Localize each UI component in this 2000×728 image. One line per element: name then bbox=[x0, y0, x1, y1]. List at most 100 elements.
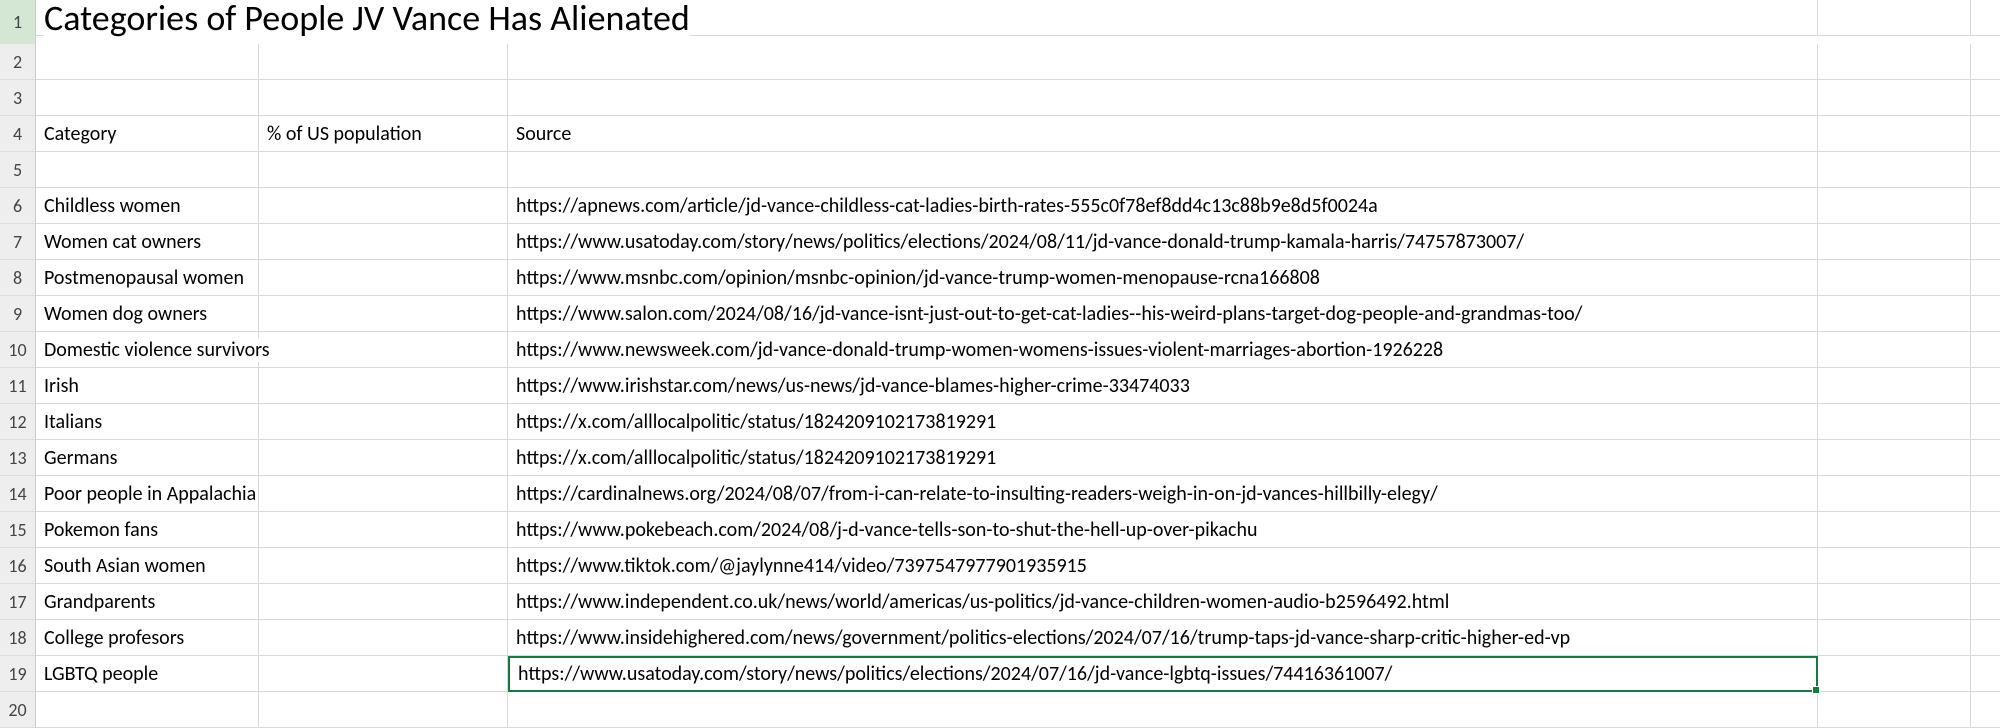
cell-r5-c3[interactable] bbox=[508, 152, 1818, 188]
cell-r10-c5[interactable] bbox=[1971, 332, 2000, 368]
row-header-4[interactable]: 4 bbox=[0, 116, 36, 152]
cell-r12-c5[interactable] bbox=[1971, 404, 2000, 440]
cell-r1-c4[interactable] bbox=[1818, 0, 1971, 36]
cell-r11-c4[interactable] bbox=[1818, 368, 1971, 404]
cell-r5-c1[interactable] bbox=[36, 152, 259, 188]
cell-r15-c2[interactable] bbox=[259, 512, 508, 548]
row-header-19[interactable]: 19 bbox=[0, 656, 36, 692]
cell-r2-c3[interactable] bbox=[508, 44, 1818, 80]
cell-r13-c5[interactable] bbox=[1971, 440, 2000, 476]
cell-r1-c3[interactable] bbox=[508, 0, 1818, 36]
cell-r12-c2[interactable] bbox=[259, 404, 508, 440]
cell-r16-c5[interactable] bbox=[1971, 548, 2000, 584]
cell-r14-c2[interactable] bbox=[259, 476, 508, 512]
cell-r17-c4[interactable] bbox=[1818, 584, 1971, 620]
cell-r19-c1[interactable]: LGBTQ people bbox=[36, 656, 259, 692]
cell-r12-c4[interactable] bbox=[1818, 404, 1971, 440]
cell-r2-c4[interactable] bbox=[1818, 44, 1971, 80]
cell-r10-c4[interactable] bbox=[1818, 332, 1971, 368]
cell-r7-c1[interactable]: Women cat owners bbox=[36, 224, 259, 260]
cell-r9-c2[interactable] bbox=[259, 296, 508, 332]
row-header-11[interactable]: 11 bbox=[0, 368, 36, 404]
cell-r3-c3[interactable] bbox=[508, 80, 1818, 116]
cell-r20-c4[interactable] bbox=[1818, 692, 1971, 728]
cell-r6-c4[interactable] bbox=[1818, 188, 1971, 224]
cell-r7-c3[interactable]: https://www.usatoday.com/story/news/poli… bbox=[508, 224, 1818, 260]
cell-r15-c3[interactable]: https://www.pokebeach.com/2024/08/j-d-va… bbox=[508, 512, 1818, 548]
cell-r4-c3[interactable]: Source bbox=[508, 116, 1818, 152]
cell-r9-c1[interactable]: Women dog owners bbox=[36, 296, 259, 332]
row-header-10[interactable]: 10 bbox=[0, 332, 36, 368]
cell-r18-c2[interactable] bbox=[259, 620, 508, 656]
cell-r6-c2[interactable] bbox=[259, 188, 508, 224]
row-header-13[interactable]: 13 bbox=[0, 440, 36, 476]
cell-r9-c3[interactable]: https://www.salon.com/2024/08/16/jd-vanc… bbox=[508, 296, 1818, 332]
cell-r18-c3[interactable]: https://www.insidehighered.com/news/gove… bbox=[508, 620, 1818, 656]
cell-r3-c1[interactable] bbox=[36, 80, 259, 116]
cell-r13-c2[interactable] bbox=[259, 440, 508, 476]
cell-r6-c1[interactable]: Childless women bbox=[36, 188, 259, 224]
cell-r8-c4[interactable] bbox=[1818, 260, 1971, 296]
cell-r9-c5[interactable] bbox=[1971, 296, 2000, 332]
cell-r2-c2[interactable] bbox=[259, 44, 508, 80]
cell-r5-c4[interactable] bbox=[1818, 152, 1971, 188]
cell-r10-c2[interactable] bbox=[259, 332, 508, 368]
cell-r6-c3[interactable]: https://apnews.com/article/jd-vance-chil… bbox=[508, 188, 1818, 224]
cell-r3-c2[interactable] bbox=[259, 80, 508, 116]
row-header-18[interactable]: 18 bbox=[0, 620, 36, 656]
row-header-14[interactable]: 14 bbox=[0, 476, 36, 512]
cell-r15-c1[interactable]: Pokemon fans bbox=[36, 512, 259, 548]
cell-r19-c2[interactable] bbox=[259, 656, 508, 692]
row-header-12[interactable]: 12 bbox=[0, 404, 36, 440]
cell-r20-c2[interactable] bbox=[259, 692, 508, 728]
row-header-20[interactable]: 20 bbox=[0, 692, 36, 728]
cell-r17-c2[interactable] bbox=[259, 584, 508, 620]
cell-r5-c5[interactable] bbox=[1971, 152, 2000, 188]
cell-r19-c3[interactable]: https://www.usatoday.com/story/news/poli… bbox=[508, 656, 1818, 692]
cell-r6-c5[interactable] bbox=[1971, 188, 2000, 224]
cell-r4-c4[interactable] bbox=[1818, 116, 1971, 152]
cell-r8-c3[interactable]: https://www.msnbc.com/opinion/msnbc-opin… bbox=[508, 260, 1818, 296]
cell-r19-c5[interactable] bbox=[1971, 656, 2000, 692]
row-header-2[interactable]: 2 bbox=[0, 44, 36, 80]
cell-r8-c1[interactable]: Postmenopausal women bbox=[36, 260, 259, 296]
cell-r18-c1[interactable]: College profesors bbox=[36, 620, 259, 656]
cell-r16-c3[interactable]: https://www.tiktok.com/@jaylynne414/vide… bbox=[508, 548, 1818, 584]
cell-r1-c1[interactable]: Categories of People JV Vance Has Aliena… bbox=[36, 0, 259, 36]
cell-r10-c1[interactable]: Domestic violence survivors bbox=[36, 332, 259, 368]
cell-r3-c4[interactable] bbox=[1818, 80, 1971, 116]
cell-r12-c3[interactable]: https://x.com/alllocalpolitic/status/182… bbox=[508, 404, 1818, 440]
cell-r12-c1[interactable]: Italians bbox=[36, 404, 259, 440]
cell-r14-c1[interactable]: Poor people in Appalachia bbox=[36, 476, 259, 512]
row-header-8[interactable]: 8 bbox=[0, 260, 36, 296]
row-header-7[interactable]: 7 bbox=[0, 224, 36, 260]
cell-r5-c2[interactable] bbox=[259, 152, 508, 188]
cell-r11-c1[interactable]: Irish bbox=[36, 368, 259, 404]
cell-r7-c5[interactable] bbox=[1971, 224, 2000, 260]
cell-r14-c5[interactable] bbox=[1971, 476, 2000, 512]
cell-r10-c3[interactable]: https://www.newsweek.com/jd-vance-donald… bbox=[508, 332, 1818, 368]
cell-r20-c3[interactable] bbox=[508, 692, 1818, 728]
cell-r13-c1[interactable]: Germans bbox=[36, 440, 259, 476]
cell-r16-c1[interactable]: South Asian women bbox=[36, 548, 259, 584]
cell-r8-c2[interactable] bbox=[259, 260, 508, 296]
cell-r14-c4[interactable] bbox=[1818, 476, 1971, 512]
cell-r14-c3[interactable]: https://cardinalnews.org/2024/08/07/from… bbox=[508, 476, 1818, 512]
row-header-17[interactable]: 17 bbox=[0, 584, 36, 620]
cell-r2-c5[interactable] bbox=[1971, 44, 2000, 80]
cell-r4-c1[interactable]: Category bbox=[36, 116, 259, 152]
cell-r17-c1[interactable]: Grandparents bbox=[36, 584, 259, 620]
row-header-9[interactable]: 9 bbox=[0, 296, 36, 332]
cell-r19-c4[interactable] bbox=[1818, 656, 1971, 692]
cell-r9-c4[interactable] bbox=[1818, 296, 1971, 332]
cell-r2-c1[interactable] bbox=[36, 44, 259, 80]
cell-r20-c1[interactable] bbox=[36, 692, 259, 728]
cell-r8-c5[interactable] bbox=[1971, 260, 2000, 296]
cell-r13-c3[interactable]: https://x.com/alllocalpolitic/status/182… bbox=[508, 440, 1818, 476]
cell-r20-c5[interactable] bbox=[1971, 692, 2000, 728]
row-header-3[interactable]: 3 bbox=[0, 80, 36, 116]
cell-r15-c4[interactable] bbox=[1818, 512, 1971, 548]
cell-r16-c2[interactable] bbox=[259, 548, 508, 584]
cell-r11-c5[interactable] bbox=[1971, 368, 2000, 404]
row-header-1[interactable]: 1 bbox=[0, 0, 36, 44]
